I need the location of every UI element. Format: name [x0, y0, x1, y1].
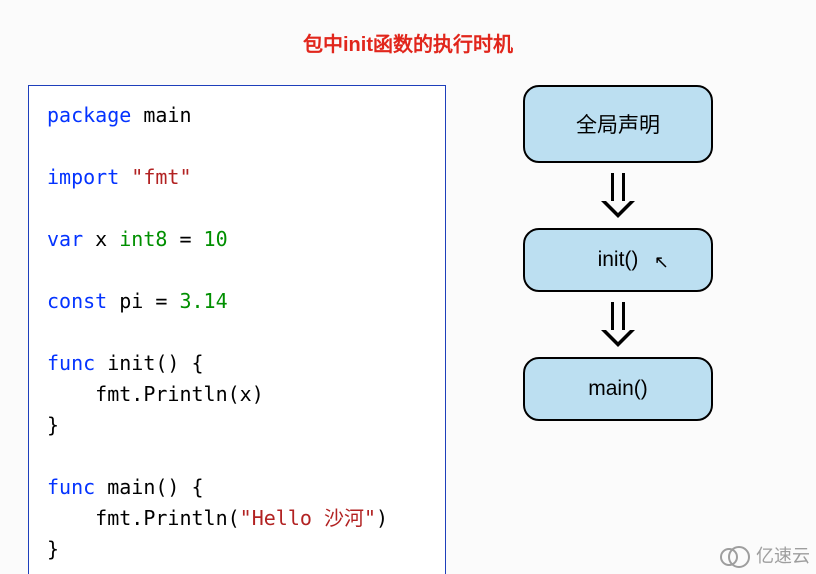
code-text: fmt.Println(x) — [47, 382, 264, 406]
kw-var: var — [47, 227, 83, 251]
arrow-down-icon — [601, 302, 635, 347]
kw-import: import — [47, 165, 119, 189]
code-text: init() { — [95, 351, 203, 375]
type-int8: int8 — [119, 227, 167, 251]
num-pi: 3.14 — [179, 289, 227, 313]
str-fmt: "fmt" — [131, 165, 191, 189]
code-text: main() { — [95, 475, 203, 499]
watermark-text: 亿速云 — [756, 542, 810, 568]
code-text: } — [47, 537, 59, 561]
watermark: 亿速云 — [720, 542, 810, 568]
num-10: 10 — [204, 227, 228, 251]
watermark-logo-icon — [720, 545, 750, 565]
kw-const: const — [47, 289, 107, 313]
diagram-content: package main import "fmt" var x int8 = 1… — [0, 57, 816, 574]
code-block: package main import "fmt" var x int8 = 1… — [28, 85, 446, 574]
kw-package: package — [47, 103, 131, 127]
flow-box-init: init() ↖ — [523, 228, 713, 292]
code-text: } — [47, 413, 59, 437]
arrow-down-icon — [601, 173, 635, 218]
flow-box-label: init() — [598, 248, 639, 271]
kw-func: func — [47, 475, 95, 499]
code-text: x — [83, 227, 119, 251]
code-text: pi = — [107, 289, 179, 313]
code-text: main — [131, 103, 191, 127]
code-text: fmt.Println( — [47, 506, 240, 530]
flowchart: 全局声明 init() ↖ main() — [518, 85, 718, 421]
kw-func: func — [47, 351, 95, 375]
str-hello: "Hello 沙河" — [240, 506, 376, 530]
flow-box-main: main() — [523, 357, 713, 421]
code-pre: package main import "fmt" var x int8 = 1… — [47, 100, 427, 565]
code-text: ) — [376, 506, 388, 530]
diagram-title: 包中init函数的执行时机 — [0, 0, 816, 57]
code-text: = — [167, 227, 203, 251]
flow-box-global-decl: 全局声明 — [523, 85, 713, 163]
cursor-icon: ↖ — [654, 252, 669, 273]
